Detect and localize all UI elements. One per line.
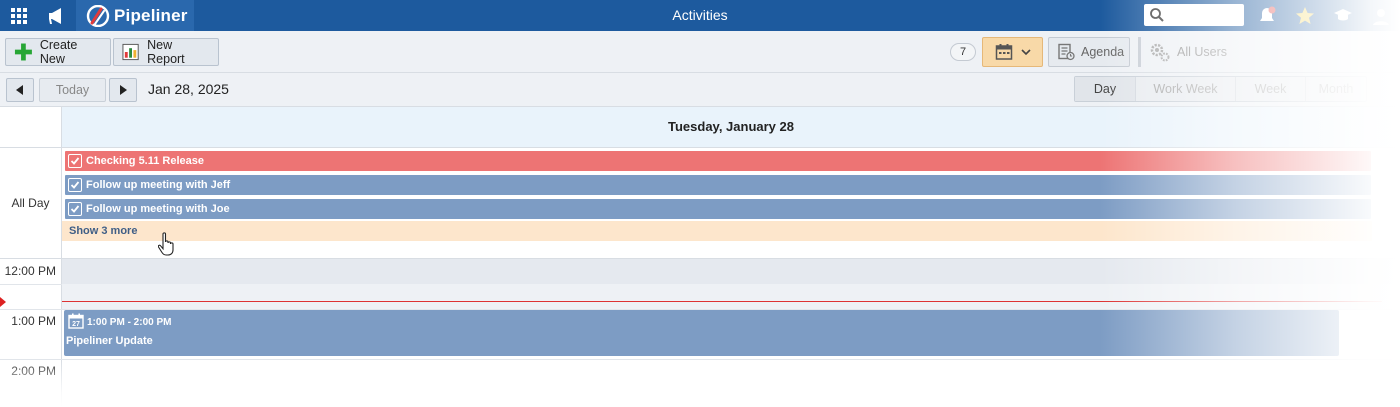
search-input[interactable] [1144, 4, 1244, 26]
search-icon [1150, 8, 1164, 22]
calendar-corner [0, 107, 62, 148]
report-icon [122, 43, 139, 61]
current-date: Jan 28, 2025 [148, 81, 229, 97]
pipeliner-logo[interactable]: Pipeliner [76, 0, 194, 31]
time-label-text: 2:00 PM [11, 364, 56, 378]
time-label-text: 12:00 PM [4, 264, 56, 278]
gears-icon [1150, 43, 1170, 62]
bell-icon[interactable] [1256, 5, 1278, 27]
app-name: Pipeliner [114, 5, 188, 25]
task-check-icon [68, 202, 82, 216]
view-month[interactable]: Month [1306, 77, 1366, 101]
event-title: Follow up meeting with Jeff [86, 179, 231, 191]
new-report-label: New Report [147, 38, 185, 66]
next-day-button[interactable] [109, 78, 137, 102]
page-title: Activities [672, 7, 728, 23]
all-day-area: Checking 5.11 Release Follow up meeting … [62, 148, 1400, 259]
event-time: 1:00 PM - 2:00 PM [87, 317, 172, 328]
all-day-label: All Day [0, 148, 62, 259]
triangle-right-icon [120, 85, 127, 95]
pipeliner-logo-icon [86, 4, 110, 27]
graduation-cap-icon[interactable] [1332, 5, 1354, 27]
meeting-calendar-day: 27 [72, 321, 80, 328]
time-slot[interactable] [62, 284, 1400, 309]
view-week[interactable]: Week [1236, 77, 1306, 101]
day-calendar: Tuesday, January 28 All Day Checking 5.1… [0, 107, 1400, 407]
all-users-label: All Users [1177, 45, 1228, 59]
time-slot[interactable] [62, 259, 1400, 284]
day-header: Tuesday, January 28 [62, 107, 1400, 148]
triangle-left-icon [16, 85, 23, 95]
task-check-icon [68, 178, 82, 192]
activity-count-badge: 7 [950, 43, 976, 61]
time-label-text: 1:00 PM [11, 314, 56, 328]
view-day[interactable]: Day [1075, 77, 1136, 101]
all-day-event[interactable]: Checking 5.11 Release [65, 151, 1371, 171]
agenda-icon [1058, 43, 1075, 61]
time-label: 1:00 PM [0, 309, 62, 359]
create-new-button[interactable]: Create New [5, 38, 111, 66]
all-users-filter[interactable]: All Users [1138, 37, 1278, 67]
agenda-label: Agenda [1081, 45, 1125, 59]
date-navigation: Today Jan 28, 2025 Day Work Week Week Mo… [0, 73, 1400, 107]
view-switcher: Day Work Week Week Month [1074, 76, 1367, 102]
calendar-icon [995, 44, 1012, 60]
agenda-button[interactable]: Agenda [1048, 37, 1130, 67]
plus-icon [14, 43, 32, 61]
divider [0, 359, 1400, 360]
timed-event[interactable]: 27 1:00 PM - 2:00 PM Pipeliner Update [64, 310, 1339, 356]
meeting-calendar-icon: 27 [68, 313, 84, 329]
previous-day-button[interactable] [6, 78, 34, 102]
hand-cursor-icon [158, 232, 174, 256]
today-button[interactable]: Today [39, 78, 106, 102]
create-new-label: Create New [39, 38, 78, 66]
event-title: Checking 5.11 Release [86, 155, 205, 167]
view-work-week[interactable]: Work Week [1136, 77, 1236, 101]
calendar-view-button[interactable] [982, 37, 1043, 67]
new-report-button[interactable]: New Report [113, 38, 219, 66]
toolbar: Create New New Report 7 Agenda All Users [0, 31, 1400, 73]
event-title: Pipeliner Update [66, 335, 153, 347]
all-day-event[interactable]: Follow up meeting with Joe [65, 199, 1371, 219]
apps-grid-icon[interactable] [0, 0, 38, 31]
megaphone-icon[interactable] [38, 0, 76, 31]
show-more-link[interactable]: Show 3 more [62, 221, 1372, 241]
all-day-event[interactable]: Follow up meeting with Jeff [65, 175, 1371, 195]
time-label: 2:00 PM [0, 359, 62, 407]
divider [0, 284, 62, 285]
user-avatar-icon[interactable] [1370, 5, 1392, 27]
star-icon[interactable] [1294, 5, 1316, 27]
event-title: Follow up meeting with Joe [86, 203, 230, 215]
top-bar: Pipeliner Activities [0, 0, 1400, 31]
current-time-line [62, 301, 1382, 302]
current-time-marker [0, 297, 6, 307]
task-check-icon [68, 154, 82, 168]
chevron-down-icon [1020, 49, 1031, 56]
